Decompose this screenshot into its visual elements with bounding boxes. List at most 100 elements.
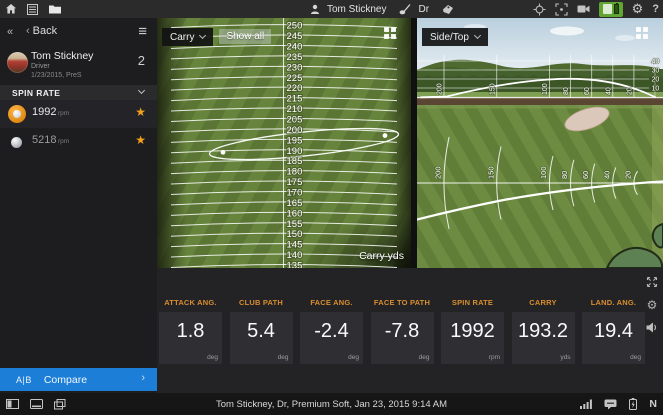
shot-count: 2 xyxy=(138,53,145,68)
video-camera-icon[interactable] xyxy=(577,4,590,14)
tag-icon[interactable] xyxy=(442,4,454,15)
settings-gear-icon[interactable]: ⚙ xyxy=(632,3,644,15)
svg-text:210: 210 xyxy=(287,104,303,115)
ball-icon xyxy=(11,137,22,148)
sidebar-menu-icon[interactable]: ≡ xyxy=(138,23,147,40)
tile-carry[interactable]: CARRY 193.2yds xyxy=(512,298,575,364)
svg-text:155: 155 xyxy=(287,219,303,230)
svg-text:150: 150 xyxy=(489,83,496,95)
data-tiles: ATTACK ANG. 1.8deg CLUB PATH 5.4deg FACE… xyxy=(159,298,645,364)
device-status-indicator[interactable] xyxy=(599,2,623,17)
compare-label: Compare xyxy=(44,374,87,386)
signal-strength-icon[interactable] xyxy=(580,399,592,409)
metric-dropdown-value: Carry xyxy=(170,32,194,43)
player-icon xyxy=(310,4,320,14)
svg-text:20: 20 xyxy=(623,171,632,179)
compare-chevron-icon: › xyxy=(141,372,145,384)
tracking-target-icon[interactable] xyxy=(533,3,546,16)
svg-text:135: 135 xyxy=(287,260,303,268)
device-battery-icon xyxy=(614,4,619,14)
tile-face-to-path[interactable]: FACE TO PATH -7.8deg xyxy=(371,298,434,364)
back-label: Back xyxy=(33,25,57,37)
shot-data-panel: ATTACK ANG. 1.8deg CLUB PATH 5.4deg FACE… xyxy=(157,268,663,393)
svg-text:235: 235 xyxy=(287,52,303,63)
player-card[interactable]: Tom Stickney Driver 1/23/2015, PreS 2 xyxy=(0,50,157,86)
active-player-name[interactable]: Tom Stickney xyxy=(327,4,386,15)
tile-landing-angle[interactable]: LAND. ANG. 19.4deg xyxy=(582,298,645,364)
svg-text:30: 30 xyxy=(652,68,660,75)
svg-text:20: 20 xyxy=(652,77,660,84)
svg-text:200: 200 xyxy=(437,83,444,95)
shot-value: 1992 xyxy=(32,106,56,118)
svg-text:40: 40 xyxy=(602,171,611,179)
svg-text:215: 215 xyxy=(287,94,303,105)
panel-settings-gear-icon[interactable]: ⚙ xyxy=(647,299,658,311)
tile-spin-rate[interactable]: SPIN RATE 1992rpm xyxy=(441,298,504,364)
sort-section-header[interactable]: SPIN RATE xyxy=(0,85,157,100)
feedback-bubble-icon[interactable] xyxy=(604,399,617,410)
shot-unit: rpm xyxy=(58,110,69,117)
back-chevron-icon: ‹ xyxy=(26,25,30,37)
shot-value: 5218 xyxy=(32,134,56,146)
folder-icon[interactable] xyxy=(48,3,62,15)
svg-text:80: 80 xyxy=(560,171,569,179)
active-club-abbr[interactable]: Dr xyxy=(418,4,429,15)
carry-dispersion-chart: 2502452402352302252202152102052001951901… xyxy=(157,18,411,268)
metric-dropdown[interactable]: Carry xyxy=(162,28,213,46)
tile-club-path[interactable]: CLUB PATH 5.4deg xyxy=(230,298,293,364)
svg-text:40: 40 xyxy=(652,59,660,66)
help-icon[interactable]: ? xyxy=(652,3,659,15)
svg-text:40: 40 xyxy=(605,87,612,95)
speaker-icon[interactable] xyxy=(646,322,659,333)
device-screen-icon xyxy=(603,4,612,14)
shot-sidebar: « ‹Back ≡ Tom Stickney Driver 1/23/2015,… xyxy=(0,18,157,393)
svg-text:20: 20 xyxy=(626,87,633,95)
expand-panel-icon[interactable] xyxy=(646,276,658,288)
ab-glyph: A|B xyxy=(16,375,32,385)
favorite-star-icon[interactable]: ★ xyxy=(135,105,146,119)
svg-text:180: 180 xyxy=(287,167,303,178)
tile-face-angle[interactable]: FACE ANG. -2.4deg xyxy=(300,298,363,364)
svg-text:195: 195 xyxy=(287,135,303,146)
carry-dispersion-canvas: 2502452402352302252202152102052001951901… xyxy=(157,18,411,268)
svg-text:140: 140 xyxy=(287,250,303,261)
favorite-star-icon[interactable]: ★ xyxy=(135,133,146,147)
svg-text:245: 245 xyxy=(287,31,303,42)
svg-text:60: 60 xyxy=(581,171,590,179)
view-dropdown[interactable]: Side/Top xyxy=(422,28,488,46)
chevron-down-icon xyxy=(199,32,206,39)
session-list-icon[interactable] xyxy=(27,4,38,15)
svg-text:150: 150 xyxy=(287,229,303,240)
svg-text:150: 150 xyxy=(486,166,495,179)
svg-text:160: 160 xyxy=(287,208,303,219)
session-summary: Tom Stickney, Dr, Premium Soft, Jan 23, … xyxy=(0,393,663,415)
back-button[interactable]: ‹Back xyxy=(26,25,57,37)
sidebar-header: « ‹Back ≡ xyxy=(0,18,157,48)
tile-attack-angle[interactable]: ATTACK ANG. 1.8deg xyxy=(159,298,222,364)
show-all-button[interactable]: Show all xyxy=(219,29,271,44)
shot-row[interactable]: 5218 rpm ★ xyxy=(0,128,157,156)
svg-text:100: 100 xyxy=(542,83,549,95)
svg-text:190: 190 xyxy=(287,146,303,157)
shot-row-selected[interactable]: 1992 rpm ★ xyxy=(0,100,157,128)
carry-axis-label: Carry yds xyxy=(359,250,404,262)
svg-text:220: 220 xyxy=(287,83,303,94)
collapse-sidebar-icon[interactable]: « xyxy=(7,26,13,38)
battery-charging-icon[interactable] xyxy=(629,398,637,410)
player-name: Tom Stickney xyxy=(31,50,93,62)
home-icon[interactable] xyxy=(5,3,17,15)
svg-text:10: 10 xyxy=(652,86,660,93)
bottom-status-bar: Tom Stickney, Dr, Premium Soft, Jan 23, … xyxy=(0,393,663,415)
svg-text:60: 60 xyxy=(584,87,591,95)
svg-text:250: 250 xyxy=(287,21,303,32)
svg-text:175: 175 xyxy=(287,177,303,188)
news-icon[interactable]: N xyxy=(649,398,657,410)
svg-text:205: 205 xyxy=(287,114,303,125)
svg-text:225: 225 xyxy=(287,73,303,84)
shot-unit: rpm xyxy=(58,138,69,145)
svg-text:200: 200 xyxy=(287,125,303,136)
focus-frame-icon[interactable] xyxy=(555,3,568,16)
ab-compare-button[interactable]: A|B Compare › xyxy=(0,368,157,391)
svg-text:100: 100 xyxy=(539,166,548,179)
view-dropdown-value: Side/Top xyxy=(430,32,469,43)
